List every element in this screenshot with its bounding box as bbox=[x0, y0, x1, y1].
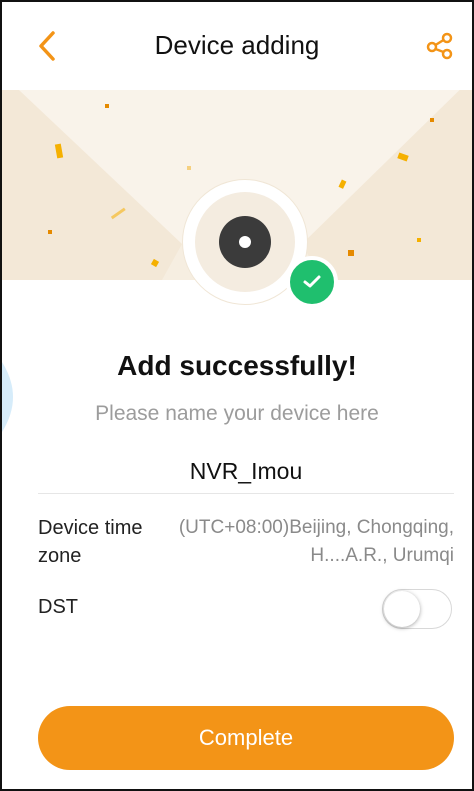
share-button[interactable] bbox=[420, 26, 460, 66]
dst-toggle[interactable] bbox=[382, 589, 452, 629]
success-badge bbox=[286, 256, 338, 308]
dst-label: DST bbox=[38, 596, 78, 618]
complete-button[interactable]: Complete bbox=[38, 706, 454, 770]
timezone-label: Device time zone bbox=[38, 517, 143, 567]
dst-toggle-knob bbox=[384, 591, 420, 627]
page-title: Device adding bbox=[154, 30, 320, 60]
camera-lens-icon bbox=[219, 216, 271, 268]
share-icon bbox=[426, 32, 453, 60]
lens-dot bbox=[239, 236, 251, 248]
device-name-input[interactable] bbox=[38, 450, 454, 494]
success-title: Add successfully! bbox=[117, 350, 357, 381]
check-icon bbox=[303, 275, 321, 288]
edge-decoration bbox=[2, 362, 13, 432]
timezone-value: (UTC+08:00)Beijing, Chongqing, H....A.R.… bbox=[178, 517, 454, 566]
timezone-row[interactable]: Device time zone (UTC+08:00)Beijing, Cho… bbox=[38, 512, 454, 572]
name-hint: Please name your device here bbox=[95, 402, 379, 425]
top-navigation-bar: Device adding bbox=[2, 2, 472, 90]
device-avatar-inner bbox=[195, 192, 295, 292]
device-adding-screen: Device adding Add successfully! Please n… bbox=[0, 0, 474, 791]
